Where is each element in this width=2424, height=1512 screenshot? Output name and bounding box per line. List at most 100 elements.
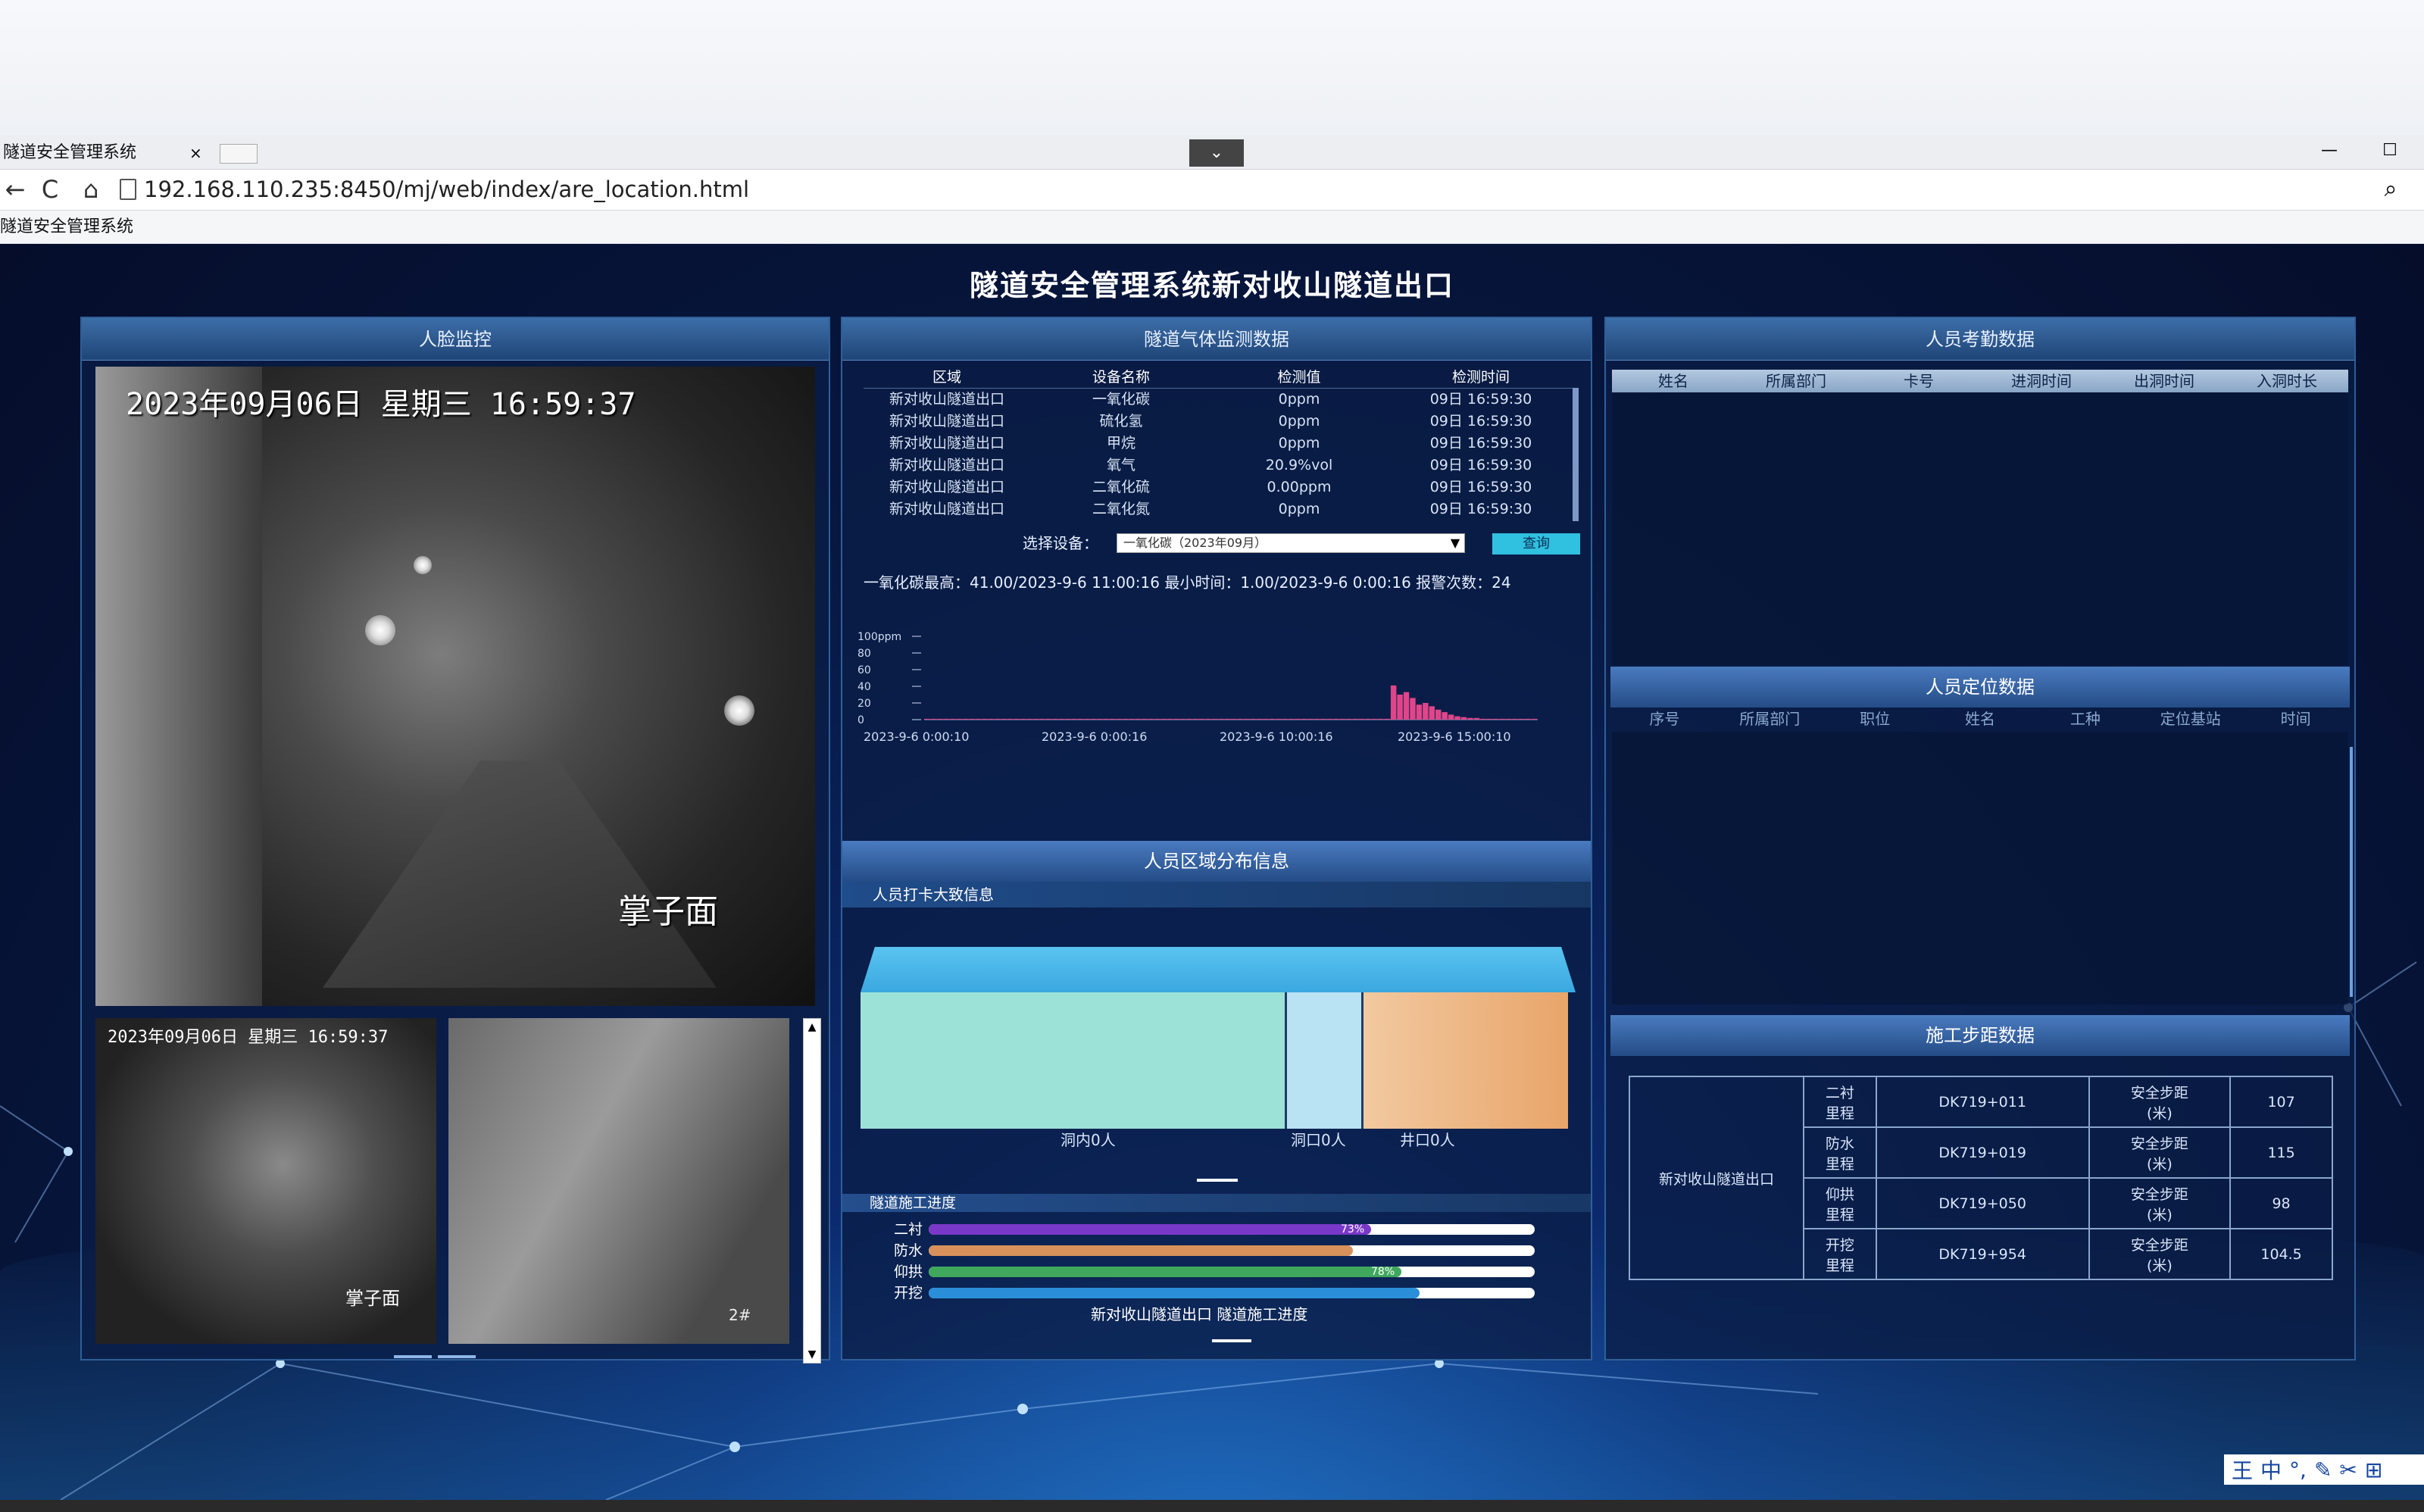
third-video-feed[interactable]: 2#	[448, 1018, 789, 1344]
home-icon[interactable]: ⌂	[76, 174, 106, 205]
video-pagination[interactable]	[394, 1347, 485, 1358]
column-header: 所属部门	[1739, 710, 1801, 728]
chart-bar	[1352, 718, 1358, 720]
chart-bar	[1525, 718, 1531, 720]
chart-bar	[1442, 712, 1448, 720]
chart-bar	[1154, 718, 1160, 720]
chart-bar	[1480, 718, 1486, 720]
gas-table-scrollbar[interactable]	[1573, 388, 1579, 521]
chevron-down-icon[interactable]: ▼	[1445, 533, 1465, 553]
back-icon[interactable]: ←	[0, 174, 30, 205]
chart-bar	[1365, 718, 1371, 720]
scroll-down-icon[interactable]: ▼	[804, 1346, 820, 1363]
video-list-scrollbar[interactable]: ▲ ▼	[803, 1018, 821, 1364]
ime-scissors-icon[interactable]: ✂	[2339, 1457, 2357, 1482]
segment-label: 洞内0人	[1060, 1131, 1116, 1149]
maximize-button[interactable]: ☐	[2375, 141, 2405, 164]
chart-bar	[1288, 718, 1295, 720]
area-cell: 新对收山隧道出口	[889, 413, 1004, 430]
ime-pen-icon[interactable]: ✎	[2314, 1457, 2332, 1482]
time-cell: 09日 16:59:30	[1429, 391, 1532, 408]
chart-bar	[1122, 718, 1128, 720]
bar-segment-shaft	[1364, 992, 1568, 1129]
progress-title: 隧道施工进度	[842, 1194, 1591, 1212]
time-cell: 09日 16:59:30	[1429, 435, 1532, 451]
ime-menu-icon[interactable]: ⊞	[2365, 1457, 2382, 1482]
value-cell: 20.9%vol	[1265, 457, 1333, 473]
chart-bar	[1173, 718, 1179, 720]
chart-bar	[1256, 718, 1263, 720]
bookmark-item[interactable]: 隧道安全管理系统	[0, 215, 227, 239]
chart-bar	[1467, 717, 1473, 720]
tab-close-icon[interactable]: ×	[189, 138, 205, 168]
table-row: 新对收山隧道出口 二氧化硫 0.00ppm 09日 16:59:30	[864, 476, 1576, 498]
chart-bar	[981, 718, 988, 720]
chart-bar	[1423, 703, 1429, 720]
main-video-feed[interactable]: 2023年09月06日 星期三 16:59:37 掌子面	[95, 367, 815, 1006]
value-cell: 0ppm	[1278, 391, 1320, 408]
video-timestamp: 2023年09月06日 星期三 16:59:37	[108, 1028, 389, 1047]
ime-punctuation-toggle[interactable]: °,	[2289, 1457, 2307, 1482]
chart-bar	[930, 718, 936, 720]
browser-tab[interactable]: 隧道安全管理系统	[0, 138, 189, 168]
url-input[interactable]: 192.168.110.235:8450/mj/web/index/are_lo…	[144, 174, 1053, 205]
chart-bar	[962, 718, 969, 720]
attendance-table-body	[1612, 392, 2348, 665]
area-cell: 新对收山隧道出口	[1629, 1076, 1804, 1280]
chart-bar	[936, 718, 943, 720]
chart-bar	[975, 718, 981, 720]
ime-chinese-toggle[interactable]: 中	[2260, 1454, 2282, 1485]
chart-bar	[1429, 706, 1435, 720]
chart-bar	[1051, 718, 1058, 720]
chart-bar	[1192, 718, 1198, 720]
chart-bar	[1141, 718, 1148, 720]
chart-bar	[1390, 685, 1397, 720]
pagination-indicator[interactable]	[1212, 1339, 1251, 1342]
attendance-title: 人员考勤数据	[1606, 318, 2354, 361]
progress-row: 开挖	[894, 1285, 1545, 1301]
value-cell: 0ppm	[1278, 413, 1320, 430]
tab-dropdown-button[interactable]: ⌄	[1189, 139, 1244, 167]
table-row: 新对收山隧道出口 氧气 20.9%vol 09日 16:59:30	[864, 455, 1576, 476]
query-button[interactable]: 查询	[1492, 533, 1580, 555]
mileage-label: 开挖 里程	[1803, 1228, 1877, 1280]
new-tab-button[interactable]	[220, 144, 258, 164]
minimize-button[interactable]: —	[2314, 141, 2344, 164]
chart-bar	[1083, 718, 1090, 720]
table-row: 新对收山隧道出口 甲烷 0ppm 09日 16:59:30	[864, 433, 1576, 455]
y-tick-label: 40	[857, 681, 871, 693]
location-scrollbar[interactable]	[2350, 747, 2353, 997]
ime-icon[interactable]: 王	[2232, 1454, 2253, 1485]
secondary-video-feed[interactable]: 2023年09月06日 星期三 16:59:37 掌子面	[95, 1018, 436, 1344]
value-cell: 0.00ppm	[1267, 479, 1332, 495]
chart-bar	[1160, 718, 1167, 720]
search-icon[interactable]: ⌕	[2376, 174, 2406, 205]
chart-bar	[1179, 718, 1185, 720]
chart-bar	[1499, 718, 1505, 720]
chart-bar	[1384, 718, 1390, 720]
reload-icon[interactable]: C	[35, 174, 65, 205]
chart-bar	[1224, 718, 1230, 720]
chart-bar	[1505, 718, 1512, 720]
chart-bar	[1090, 718, 1096, 720]
chart-bar	[1492, 718, 1499, 720]
time-cell: 09日 16:59:30	[1429, 413, 1532, 430]
chart-bar	[1116, 718, 1122, 720]
device-select[interactable]: 一氧化碳（2023年09月）	[1117, 533, 1465, 553]
scroll-up-icon[interactable]: ▲	[804, 1019, 820, 1036]
progress-caption: 新对收山隧道出口 隧道施工进度	[1091, 1305, 1308, 1323]
progress-fill	[929, 1245, 1353, 1256]
location-table-header: 序号 所属部门 职位 姓名 工种 定位基站 时间	[1612, 708, 2348, 730]
pagination-indicator[interactable]	[1197, 1179, 1238, 1182]
chart-bar	[1320, 718, 1326, 720]
ime-toolbar[interactable]: 王 中 °, ✎ ✂ ⊞	[2224, 1454, 2424, 1485]
mileage-label: 防水 里程	[1803, 1126, 1877, 1179]
column-header: 定位基站	[2160, 710, 2221, 728]
chart-bar	[1473, 717, 1480, 720]
column-header: 职位	[1860, 710, 1891, 728]
chart-bar	[1416, 704, 1423, 720]
chart-bar	[1185, 718, 1192, 720]
chart-bar	[1314, 718, 1320, 720]
chart-bar	[1058, 718, 1064, 720]
chart-bar	[1282, 718, 1288, 720]
